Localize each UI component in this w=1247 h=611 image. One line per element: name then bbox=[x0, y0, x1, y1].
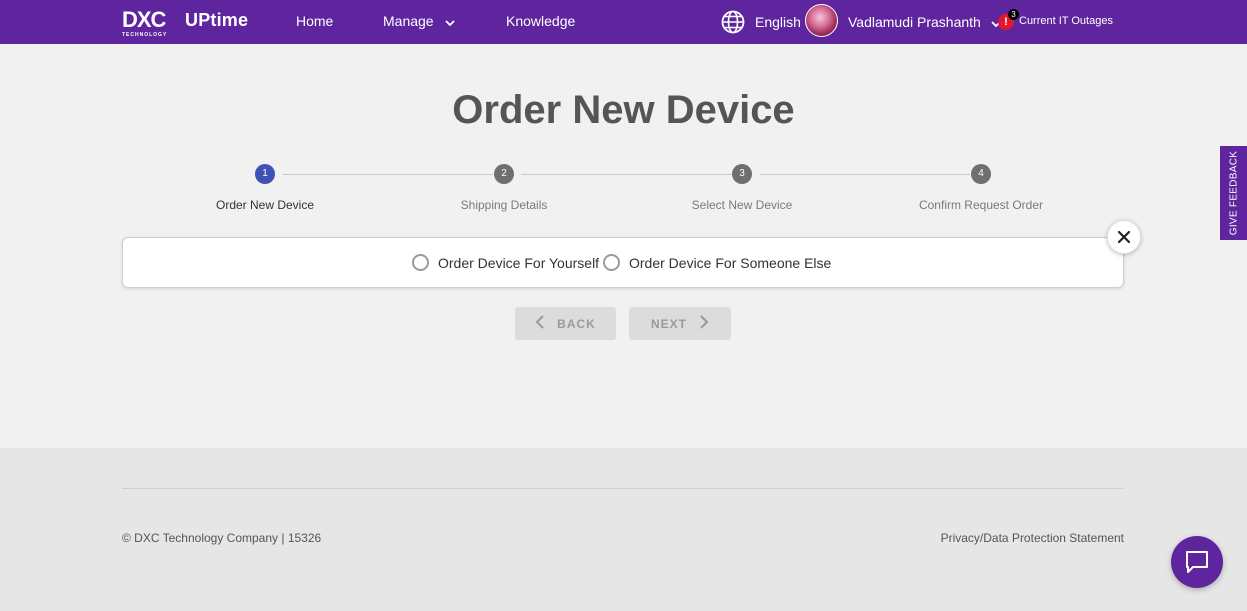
radio-order-for-yourself[interactable] bbox=[412, 254, 429, 271]
logo-text: DXC bbox=[122, 7, 166, 32]
step-3-label: Select New Device bbox=[691, 198, 793, 212]
give-feedback-tab[interactable]: GIVE FEEDBACK bbox=[1220, 146, 1247, 240]
footer-divider bbox=[122, 488, 1124, 489]
globe-icon[interactable] bbox=[721, 10, 745, 34]
close-button[interactable] bbox=[1107, 220, 1141, 254]
top-navigation-bar: DXC TECHNOLOGY UPtime Home Manage Knowle… bbox=[0, 0, 1247, 44]
stepper-connector bbox=[283, 174, 493, 175]
outage-count-badge: 3 bbox=[1008, 9, 1019, 20]
step-3-indicator: 3 bbox=[732, 164, 752, 184]
copyright-text: © DXC Technology Company | 15326 bbox=[122, 531, 322, 545]
give-feedback-label: GIVE FEEDBACK bbox=[1228, 150, 1239, 236]
avatar[interactable] bbox=[805, 4, 838, 37]
step-2-indicator: 2 bbox=[494, 164, 514, 184]
chevron-right-icon bbox=[699, 315, 709, 332]
logo-subtext: TECHNOLOGY bbox=[122, 32, 168, 38]
nav-manage[interactable]: Manage bbox=[383, 13, 456, 30]
radio-order-for-someone-else[interactable] bbox=[603, 254, 620, 271]
radio-label-someone-else[interactable]: Order Device For Someone Else bbox=[629, 255, 831, 271]
step-4-label: Confirm Request Order bbox=[918, 198, 1044, 212]
stepper-connector bbox=[521, 174, 732, 175]
back-button-label: BACK bbox=[557, 316, 596, 331]
chat-button[interactable] bbox=[1171, 536, 1223, 588]
back-button[interactable]: BACK bbox=[515, 307, 616, 340]
stepper-connector bbox=[760, 174, 970, 175]
next-button-label: NEXT bbox=[650, 316, 687, 331]
language-selector[interactable]: English bbox=[755, 14, 801, 30]
current-it-outages-link[interactable]: Current IT Outages bbox=[1019, 15, 1113, 27]
step-4-indicator: 4 bbox=[971, 164, 991, 184]
user-name: Vadlamudi Prashanth bbox=[848, 14, 981, 30]
nav-knowledge[interactable]: Knowledge bbox=[506, 13, 575, 29]
close-icon bbox=[1117, 230, 1131, 243]
radio-label-yourself[interactable]: Order Device For Yourself bbox=[438, 255, 599, 271]
dxc-logo[interactable]: DXC TECHNOLOGY bbox=[122, 9, 177, 39]
nav-home[interactable]: Home bbox=[296, 13, 333, 29]
chevron-left-icon bbox=[535, 315, 545, 332]
chevron-down-icon bbox=[445, 14, 456, 30]
nav-manage-label: Manage bbox=[383, 13, 434, 29]
app-name[interactable]: UPtime bbox=[185, 10, 248, 31]
page-title: Order New Device bbox=[452, 88, 795, 132]
step-1-label: Order New Device bbox=[215, 198, 315, 212]
step-1-indicator: 1 bbox=[255, 164, 275, 184]
chat-icon bbox=[1186, 551, 1208, 573]
order-type-card bbox=[122, 237, 1124, 288]
footer bbox=[0, 448, 1247, 611]
privacy-statement-link[interactable]: Privacy/Data Protection Statement bbox=[941, 531, 1124, 545]
step-2-label: Shipping Details bbox=[460, 198, 548, 212]
next-button[interactable]: NEXT bbox=[629, 307, 731, 340]
user-menu[interactable]: Vadlamudi Prashanth bbox=[848, 14, 1001, 31]
